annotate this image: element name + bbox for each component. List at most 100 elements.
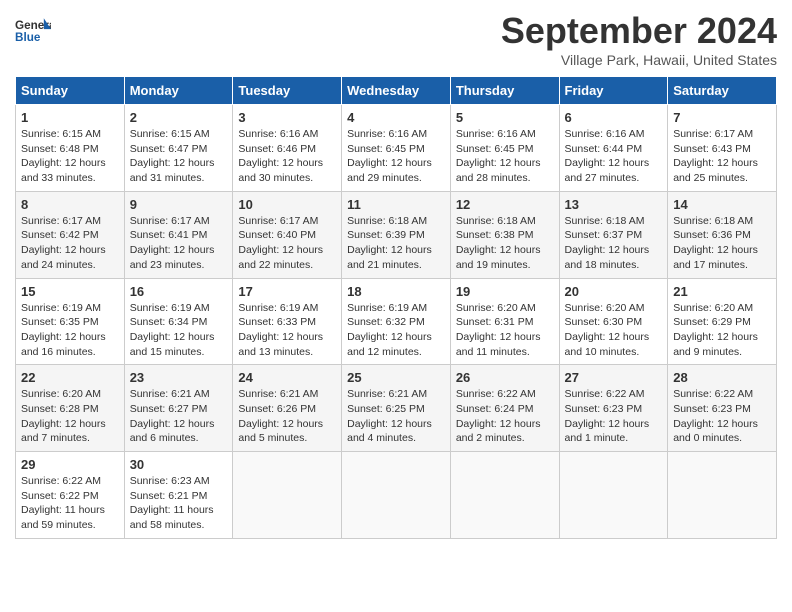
day-cell: 23 Sunrise: 6:21 AM Sunset: 6:27 PM Dayl…: [124, 365, 233, 452]
day-number: 17: [238, 284, 336, 299]
day-cell: 24 Sunrise: 6:21 AM Sunset: 6:26 PM Dayl…: [233, 365, 342, 452]
day-detail: Sunrise: 6:19 AM Sunset: 6:32 PM Dayligh…: [347, 301, 445, 360]
day-cell: 13 Sunrise: 6:18 AM Sunset: 6:37 PM Dayl…: [559, 191, 668, 278]
day-number: 9: [130, 197, 228, 212]
col-header-sunday: Sunday: [16, 77, 125, 105]
day-cell: 17 Sunrise: 6:19 AM Sunset: 6:33 PM Dayl…: [233, 278, 342, 365]
day-detail: Sunrise: 6:15 AM Sunset: 6:48 PM Dayligh…: [21, 127, 119, 186]
day-cell: 26 Sunrise: 6:22 AM Sunset: 6:24 PM Dayl…: [450, 365, 559, 452]
day-cell: 10 Sunrise: 6:17 AM Sunset: 6:40 PM Dayl…: [233, 191, 342, 278]
day-number: 14: [673, 197, 771, 212]
day-number: 15: [21, 284, 119, 299]
day-number: 25: [347, 370, 445, 385]
day-number: 2: [130, 110, 228, 125]
day-cell: 25 Sunrise: 6:21 AM Sunset: 6:25 PM Dayl…: [342, 365, 451, 452]
day-cell: 20 Sunrise: 6:20 AM Sunset: 6:30 PM Dayl…: [559, 278, 668, 365]
day-cell: 21 Sunrise: 6:20 AM Sunset: 6:29 PM Dayl…: [668, 278, 777, 365]
day-number: 12: [456, 197, 554, 212]
title-area: September 2024 Village Park, Hawaii, Uni…: [501, 10, 777, 68]
day-detail: Sunrise: 6:15 AM Sunset: 6:47 PM Dayligh…: [130, 127, 228, 186]
day-detail: Sunrise: 6:18 AM Sunset: 6:39 PM Dayligh…: [347, 214, 445, 273]
day-cell: 28 Sunrise: 6:22 AM Sunset: 6:23 PM Dayl…: [668, 365, 777, 452]
day-detail: Sunrise: 6:22 AM Sunset: 6:22 PM Dayligh…: [21, 474, 119, 533]
day-number: 20: [565, 284, 663, 299]
day-detail: Sunrise: 6:17 AM Sunset: 6:42 PM Dayligh…: [21, 214, 119, 273]
col-header-tuesday: Tuesday: [233, 77, 342, 105]
day-detail: Sunrise: 6:19 AM Sunset: 6:34 PM Dayligh…: [130, 301, 228, 360]
day-cell: 16 Sunrise: 6:19 AM Sunset: 6:34 PM Dayl…: [124, 278, 233, 365]
day-cell: 1 Sunrise: 6:15 AM Sunset: 6:48 PM Dayli…: [16, 105, 125, 192]
day-cell: [233, 452, 342, 539]
day-number: 29: [21, 457, 119, 472]
month-title: September 2024: [501, 10, 777, 52]
day-cell: 30 Sunrise: 6:23 AM Sunset: 6:21 PM Dayl…: [124, 452, 233, 539]
day-number: 13: [565, 197, 663, 212]
col-header-thursday: Thursday: [450, 77, 559, 105]
day-cell: 5 Sunrise: 6:16 AM Sunset: 6:45 PM Dayli…: [450, 105, 559, 192]
svg-text:Blue: Blue: [15, 31, 41, 44]
day-number: 23: [130, 370, 228, 385]
day-detail: Sunrise: 6:18 AM Sunset: 6:38 PM Dayligh…: [456, 214, 554, 273]
day-cell: [450, 452, 559, 539]
day-detail: Sunrise: 6:21 AM Sunset: 6:26 PM Dayligh…: [238, 387, 336, 446]
day-cell: 15 Sunrise: 6:19 AM Sunset: 6:35 PM Dayl…: [16, 278, 125, 365]
day-number: 7: [673, 110, 771, 125]
header-row: SundayMondayTuesdayWednesdayThursdayFrid…: [16, 77, 777, 105]
day-cell: 6 Sunrise: 6:16 AM Sunset: 6:44 PM Dayli…: [559, 105, 668, 192]
day-number: 10: [238, 197, 336, 212]
day-detail: Sunrise: 6:20 AM Sunset: 6:28 PM Dayligh…: [21, 387, 119, 446]
day-number: 18: [347, 284, 445, 299]
day-cell: 27 Sunrise: 6:22 AM Sunset: 6:23 PM Dayl…: [559, 365, 668, 452]
week-row-5: 29 Sunrise: 6:22 AM Sunset: 6:22 PM Dayl…: [16, 452, 777, 539]
day-detail: Sunrise: 6:18 AM Sunset: 6:36 PM Dayligh…: [673, 214, 771, 273]
day-number: 21: [673, 284, 771, 299]
day-detail: Sunrise: 6:16 AM Sunset: 6:45 PM Dayligh…: [347, 127, 445, 186]
day-cell: 8 Sunrise: 6:17 AM Sunset: 6:42 PM Dayli…: [16, 191, 125, 278]
day-detail: Sunrise: 6:20 AM Sunset: 6:30 PM Dayligh…: [565, 301, 663, 360]
location: Village Park, Hawaii, United States: [501, 52, 777, 68]
day-cell: 3 Sunrise: 6:16 AM Sunset: 6:46 PM Dayli…: [233, 105, 342, 192]
day-number: 19: [456, 284, 554, 299]
day-cell: 2 Sunrise: 6:15 AM Sunset: 6:47 PM Dayli…: [124, 105, 233, 192]
day-cell: 7 Sunrise: 6:17 AM Sunset: 6:43 PM Dayli…: [668, 105, 777, 192]
header: General Blue September 2024 Village Park…: [15, 10, 777, 68]
day-number: 4: [347, 110, 445, 125]
col-header-monday: Monday: [124, 77, 233, 105]
col-header-friday: Friday: [559, 77, 668, 105]
day-cell: 9 Sunrise: 6:17 AM Sunset: 6:41 PM Dayli…: [124, 191, 233, 278]
week-row-1: 1 Sunrise: 6:15 AM Sunset: 6:48 PM Dayli…: [16, 105, 777, 192]
day-detail: Sunrise: 6:20 AM Sunset: 6:29 PM Dayligh…: [673, 301, 771, 360]
day-number: 11: [347, 197, 445, 212]
day-number: 28: [673, 370, 771, 385]
day-detail: Sunrise: 6:16 AM Sunset: 6:44 PM Dayligh…: [565, 127, 663, 186]
day-detail: Sunrise: 6:22 AM Sunset: 6:24 PM Dayligh…: [456, 387, 554, 446]
day-number: 26: [456, 370, 554, 385]
day-detail: Sunrise: 6:20 AM Sunset: 6:31 PM Dayligh…: [456, 301, 554, 360]
day-number: 1: [21, 110, 119, 125]
week-row-2: 8 Sunrise: 6:17 AM Sunset: 6:42 PM Dayli…: [16, 191, 777, 278]
day-detail: Sunrise: 6:21 AM Sunset: 6:27 PM Dayligh…: [130, 387, 228, 446]
day-cell: 4 Sunrise: 6:16 AM Sunset: 6:45 PM Dayli…: [342, 105, 451, 192]
day-detail: Sunrise: 6:21 AM Sunset: 6:25 PM Dayligh…: [347, 387, 445, 446]
day-detail: Sunrise: 6:22 AM Sunset: 6:23 PM Dayligh…: [565, 387, 663, 446]
day-detail: Sunrise: 6:22 AM Sunset: 6:23 PM Dayligh…: [673, 387, 771, 446]
day-detail: Sunrise: 6:23 AM Sunset: 6:21 PM Dayligh…: [130, 474, 228, 533]
day-detail: Sunrise: 6:17 AM Sunset: 6:41 PM Dayligh…: [130, 214, 228, 273]
day-number: 22: [21, 370, 119, 385]
calendar-table: SundayMondayTuesdayWednesdayThursdayFrid…: [15, 76, 777, 539]
col-header-wednesday: Wednesday: [342, 77, 451, 105]
day-cell: 11 Sunrise: 6:18 AM Sunset: 6:39 PM Dayl…: [342, 191, 451, 278]
day-detail: Sunrise: 6:17 AM Sunset: 6:43 PM Dayligh…: [673, 127, 771, 186]
day-detail: Sunrise: 6:19 AM Sunset: 6:35 PM Dayligh…: [21, 301, 119, 360]
day-detail: Sunrise: 6:17 AM Sunset: 6:40 PM Dayligh…: [238, 214, 336, 273]
day-cell: 19 Sunrise: 6:20 AM Sunset: 6:31 PM Dayl…: [450, 278, 559, 365]
day-cell: 22 Sunrise: 6:20 AM Sunset: 6:28 PM Dayl…: [16, 365, 125, 452]
day-cell: [342, 452, 451, 539]
day-number: 24: [238, 370, 336, 385]
day-number: 27: [565, 370, 663, 385]
day-number: 5: [456, 110, 554, 125]
day-cell: [559, 452, 668, 539]
logo: General Blue: [15, 16, 53, 44]
day-number: 6: [565, 110, 663, 125]
day-detail: Sunrise: 6:16 AM Sunset: 6:46 PM Dayligh…: [238, 127, 336, 186]
